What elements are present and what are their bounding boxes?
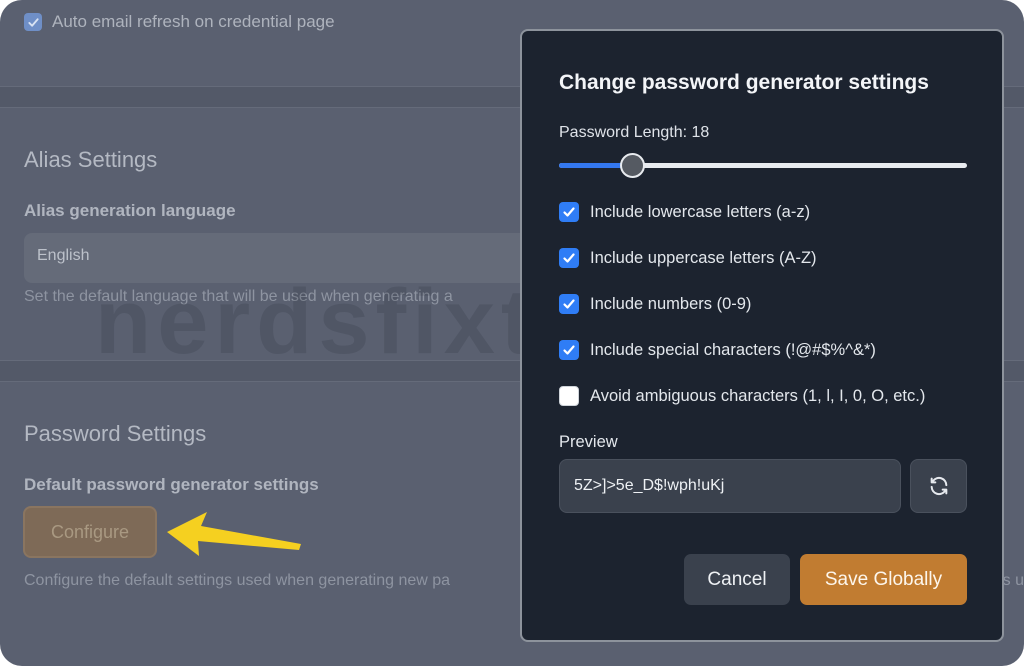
preview-label: Preview	[559, 433, 618, 451]
auto-refresh-label: Auto email refresh on credential page	[52, 12, 335, 31]
uppercase-checkbox[interactable]	[559, 248, 579, 268]
regenerate-button[interactable]	[910, 459, 967, 513]
check-icon	[563, 345, 575, 355]
option-uppercase[interactable]: Include uppercase letters (A-Z)	[559, 248, 817, 268]
lowercase-checkbox[interactable]	[559, 202, 579, 222]
option-label: Include lowercase letters (a-z)	[590, 202, 811, 221]
password-length-label: Password Length: 18	[559, 124, 710, 141]
save-globally-button[interactable]: Save Globally	[800, 554, 967, 605]
preview-value: 5Z>]>5e_D$!wph!uKj	[574, 477, 725, 494]
auto-refresh-row[interactable]: Auto email refresh on credential page	[24, 12, 335, 32]
preview-field[interactable]: 5Z>]>5e_D$!wph!uKj	[559, 459, 901, 513]
auto-refresh-checkbox[interactable]	[24, 13, 42, 31]
refresh-icon	[930, 476, 947, 496]
numbers-checkbox[interactable]	[559, 294, 579, 314]
option-special[interactable]: Include special characters (!@#$%^&*)	[559, 340, 876, 360]
alias-language-value: English	[37, 247, 90, 264]
alias-section-title: Alias Settings	[24, 147, 158, 172]
option-lowercase[interactable]: Include lowercase letters (a-z)	[559, 202, 810, 222]
cancel-button[interactable]: Cancel	[684, 554, 790, 605]
password-hint: Configure the default settings used when…	[24, 572, 451, 589]
password-section-title: Password Settings	[24, 421, 207, 446]
option-label: Include numbers (0-9)	[590, 294, 752, 313]
app-window: Auto email refresh on credential page Al…	[0, 0, 1024, 666]
alias-language-label: Alias generation language	[24, 201, 236, 220]
option-numbers[interactable]: Include numbers (0-9)	[559, 294, 751, 314]
option-label: Avoid ambiguous characters (1, l, I, 0, …	[590, 386, 926, 405]
check-icon	[563, 253, 575, 263]
password-length-slider[interactable]	[559, 153, 967, 178]
slider-thumb[interactable]	[620, 153, 645, 178]
avoid-ambiguous-checkbox[interactable]	[559, 386, 579, 406]
dialog-title: Change password generator settings	[559, 71, 929, 94]
check-icon	[563, 207, 575, 217]
annotation-arrow-icon	[167, 512, 301, 556]
option-label: Include special characters (!@#$%^&*)	[590, 340, 876, 359]
check-icon	[563, 299, 575, 309]
password-generator-dialog: Change password generator settings Passw…	[520, 29, 1004, 642]
special-checkbox[interactable]	[559, 340, 579, 360]
check-icon	[27, 17, 39, 27]
password-default-label: Default password generator settings	[24, 475, 319, 494]
option-avoid-ambiguous[interactable]: Avoid ambiguous characters (1, l, I, 0, …	[559, 386, 925, 406]
configure-button[interactable]: Configure	[23, 506, 157, 558]
option-label: Include uppercase letters (A-Z)	[590, 248, 817, 267]
password-hint-tail: s u	[1002, 572, 1024, 589]
